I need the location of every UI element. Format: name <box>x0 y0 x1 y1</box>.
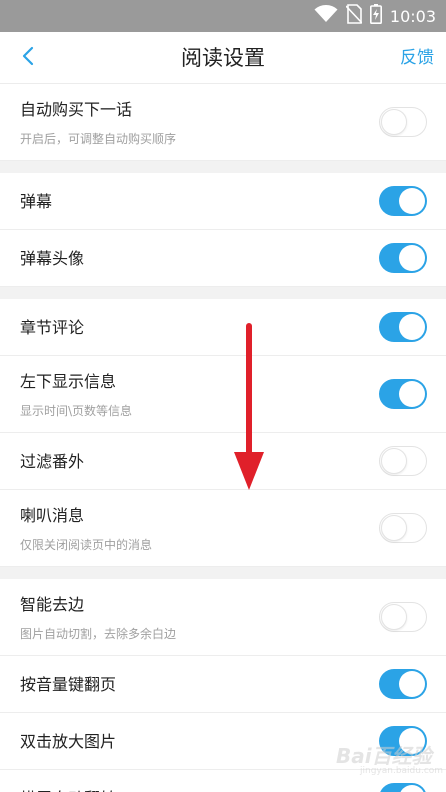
smart-trim-toggle[interactable] <box>379 602 427 632</box>
status-time: 10:03 <box>389 6 436 26</box>
setting-row-danmaku[interactable]: 弹幕 <box>0 173 446 230</box>
section-divider <box>0 161 446 173</box>
toggle-knob <box>381 448 407 474</box>
setting-description: 显示时间\页数等信息 <box>20 404 133 418</box>
setting-label: 智能去边 <box>20 595 85 614</box>
toggle-knob <box>399 314 425 340</box>
setting-label: 横屏自动翻转 <box>20 770 116 792</box>
setting-label: 弹幕 <box>20 192 53 211</box>
danmaku-avatar-toggle[interactable] <box>379 243 427 273</box>
landscape-auto-flip-toggle[interactable] <box>379 783 427 792</box>
setting-row-filter-extras[interactable]: 过滤番外 <box>0 433 446 490</box>
setting-description: 图片自动切割，去除多余白边 <box>20 627 177 641</box>
settings-list: 自动购买下一话 开启后，可调整自动购买顺序 弹幕 弹幕头像 章节评论 左下显示信… <box>0 84 446 792</box>
setting-label: 双击放大图片 <box>20 732 117 751</box>
setting-description: 仅限关闭阅读页中的消息 <box>20 538 153 552</box>
setting-label: 章节评论 <box>20 318 85 337</box>
chevron-left-icon <box>21 46 35 70</box>
volume-key-paging-toggle[interactable] <box>379 669 427 699</box>
chapter-comments-toggle[interactable] <box>379 312 427 342</box>
toggle-knob <box>381 515 407 541</box>
toggle-knob <box>381 109 407 135</box>
section-divider <box>0 567 446 579</box>
toggle-knob <box>399 381 425 407</box>
battery-charging-icon <box>369 4 382 28</box>
bottom-left-info-toggle[interactable] <box>379 379 427 409</box>
setting-label: 弹幕头像 <box>20 249 85 268</box>
setting-row-double-tap-zoom[interactable]: 双击放大图片 <box>0 713 446 770</box>
toggle-knob <box>399 671 425 697</box>
setting-row-smart-trim[interactable]: 智能去边 图片自动切割，去除多余白边 <box>0 579 446 656</box>
speaker-messages-toggle[interactable] <box>379 513 427 543</box>
double-tap-zoom-toggle[interactable] <box>379 726 427 756</box>
setting-row-auto-buy[interactable]: 自动购买下一话 开启后，可调整自动购买顺序 <box>0 84 446 161</box>
section-divider <box>0 287 446 299</box>
no-sim-icon <box>345 4 363 28</box>
toggle-knob <box>399 245 425 271</box>
setting-label: 自动购买下一话 <box>20 100 133 119</box>
filter-extras-toggle[interactable] <box>379 446 427 476</box>
setting-label: 过滤番外 <box>20 452 85 471</box>
setting-row-chapter-comments[interactable]: 章节评论 <box>0 299 446 356</box>
feedback-button[interactable]: 反馈 <box>400 32 434 84</box>
toggle-knob <box>399 188 425 214</box>
setting-row-speaker-messages[interactable]: 喇叭消息 仅限关闭阅读页中的消息 <box>0 490 446 567</box>
setting-description: 开启后，可调整自动购买顺序 <box>20 132 177 146</box>
toggle-knob <box>399 728 425 754</box>
back-button[interactable] <box>12 42 44 74</box>
setting-row-bottom-left-info[interactable]: 左下显示信息 显示时间\页数等信息 <box>0 356 446 433</box>
setting-label: 喇叭消息 <box>20 506 85 525</box>
status-icons: 10:03 <box>314 0 436 32</box>
toggle-knob <box>399 785 425 792</box>
wifi-icon <box>314 5 338 27</box>
page-title: 阅读设置 <box>181 46 265 70</box>
status-bar: 10:03 <box>0 0 446 32</box>
setting-row-landscape-auto-flip[interactable]: 横屏自动翻转 <box>0 770 446 792</box>
auto-buy-toggle[interactable] <box>379 107 427 137</box>
setting-row-volume-key-paging[interactable]: 按音量键翻页 <box>0 656 446 713</box>
setting-row-danmaku-avatar[interactable]: 弹幕头像 <box>0 230 446 287</box>
nav-bar: 阅读设置 反馈 <box>0 32 446 84</box>
setting-label: 按音量键翻页 <box>20 675 117 694</box>
toggle-knob <box>381 604 407 630</box>
setting-label: 左下显示信息 <box>20 372 117 391</box>
danmaku-toggle[interactable] <box>379 186 427 216</box>
